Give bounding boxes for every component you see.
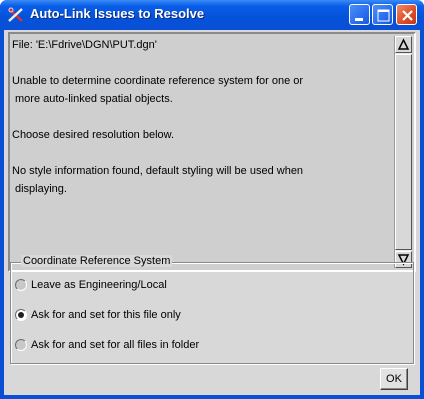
maximize-button[interactable]	[372, 4, 393, 25]
message-line	[12, 144, 394, 162]
message-line: more auto-linked spatial objects.	[15, 93, 173, 105]
radio-leave-local[interactable]: Leave as Engineering/Local	[15, 277, 167, 293]
message-line	[12, 108, 394, 126]
ok-button[interactable]: OK	[380, 368, 408, 390]
radio-all-files-in-folder[interactable]: Ask for and set for all files in folder	[15, 337, 199, 353]
message-box: File: 'E:\Fdrive\DGN\PUT.dgn' Unable to …	[8, 32, 416, 272]
minimize-button[interactable]	[349, 4, 370, 25]
radio-label: Ask for and set for this file only	[31, 309, 181, 321]
vertical-scrollbar[interactable]	[394, 36, 412, 268]
group-legend: Coordinate Reference System	[21, 255, 173, 267]
radio-this-file-only[interactable]: Ask for and set for this file only	[15, 307, 181, 323]
radio-label: Ask for and set for all files in folder	[31, 339, 200, 351]
scroll-thumb[interactable]	[395, 54, 412, 250]
crs-group-box: Coordinate Reference System Leave as Eng…	[10, 255, 414, 364]
scroll-up-button[interactable]	[395, 36, 412, 53]
close-button[interactable]	[396, 4, 417, 25]
message-line: displaying.	[15, 183, 67, 195]
close-icon	[402, 10, 413, 21]
message-line: No style information found, default styl…	[12, 165, 304, 177]
scissors-x-icon	[7, 6, 25, 24]
dialog-window: Auto-Link Issues to Resolve File: 'E:\Fd…	[0, 0, 424, 399]
message-line: Unable to determine coordinate reference…	[12, 75, 304, 87]
arrow-up-icon	[397, 38, 410, 50]
title-bar[interactable]: Auto-Link Issues to Resolve	[0, 0, 424, 30]
radio-label: Leave as Engineering/Local	[31, 279, 167, 291]
radio-indicator[interactable]	[15, 339, 27, 351]
dialog-body: File: 'E:\Fdrive\DGN\PUT.dgn' Unable to …	[4, 30, 420, 395]
message-line: File: 'E:\Fdrive\DGN\PUT.dgn'	[12, 39, 157, 51]
window-title: Auto-Link Issues to Resolve	[30, 6, 205, 21]
message-text: File: 'E:\Fdrive\DGN\PUT.dgn' Unable to …	[12, 36, 394, 268]
minimize-icon	[355, 18, 363, 21]
radio-indicator[interactable]	[15, 279, 27, 291]
radio-indicator-selected[interactable]	[15, 309, 27, 321]
maximize-icon	[377, 9, 390, 22]
message-line: Choose desired resolution below.	[12, 129, 175, 141]
message-line	[12, 54, 394, 72]
